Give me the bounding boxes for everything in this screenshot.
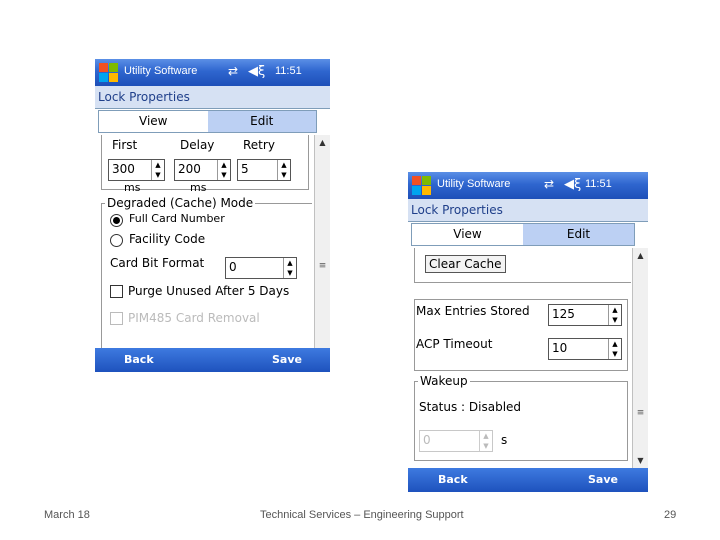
scrollbar[interactable]: ▲ ≡ ▼: [632, 248, 648, 468]
spin-up-icon: ▲: [483, 432, 489, 440]
app-title: Utility Software: [124, 65, 198, 77]
delay-value: 200: [178, 162, 201, 176]
back-softkey[interactable]: Back: [124, 353, 154, 366]
radio-facility-code[interactable]: [110, 234, 123, 247]
device-screen-edit-tab: Utility Software ⇄ ◀ξ 11:51 Lock Propert…: [408, 172, 648, 492]
facility-code-label: Facility Code: [129, 232, 206, 246]
tab-edit[interactable]: Edit: [207, 111, 316, 132]
spin-up-icon[interactable]: ▲: [284, 258, 296, 268]
spin-up-icon[interactable]: ▲: [218, 160, 230, 170]
spin-up-icon[interactable]: ▲: [278, 160, 290, 170]
device-screen-view-tab: Utility Software ⇄ ◀ξ 11:51 Lock Propert…: [95, 59, 330, 372]
footer-text: Technical Services – Engineering Support: [260, 509, 464, 521]
edit-panel: Clear Cache Max Entries Stored 125 ▲ ▼ AC…: [411, 248, 631, 468]
delay-unit: ms: [190, 181, 207, 194]
max-entries-spinner[interactable]: 125 ▲ ▼: [548, 304, 622, 326]
screen-title: Lock Properties: [408, 199, 648, 222]
wakeup-caption: Wakeup: [418, 374, 470, 388]
spin-down-icon[interactable]: ▼: [609, 315, 621, 325]
degraded-mode-caption: Degraded (Cache) Mode: [105, 196, 256, 210]
spin-down-icon[interactable]: ▼: [152, 170, 164, 180]
volume-icon[interactable]: ◀ξ: [564, 177, 581, 192]
scroll-up-icon[interactable]: ▲: [633, 248, 648, 263]
spin-down-icon[interactable]: ▼: [218, 170, 230, 180]
pim-removal-checkbox: [110, 312, 123, 325]
app-title: Utility Software: [437, 178, 511, 190]
tab-edit[interactable]: Edit: [523, 224, 634, 245]
card-bit-format-value: 0: [229, 260, 237, 274]
footer-date: March 18: [44, 509, 90, 521]
first-value: 300: [112, 162, 135, 176]
windows-start-icon[interactable]: [412, 176, 431, 195]
first-spinner[interactable]: 300 ▲ ▼: [108, 159, 165, 181]
softkey-bar: Back Save: [408, 468, 648, 492]
card-bit-format-label: Card Bit Format: [110, 256, 205, 270]
connectivity-icon[interactable]: ⇄: [544, 177, 554, 191]
delay-label: Delay: [180, 138, 215, 152]
scrollbar[interactable]: ▲ ≡: [314, 135, 330, 348]
clock[interactable]: 11:51: [275, 65, 302, 77]
scroll-down-icon[interactable]: ▼: [633, 453, 648, 468]
title-bar: Utility Software ⇄ ◀ξ 11:51: [95, 59, 330, 86]
wakeup-value: 0: [423, 433, 431, 447]
first-label: First: [112, 138, 138, 152]
wakeup-status: Status : Disabled: [419, 400, 522, 414]
scroll-up-icon[interactable]: ▲: [315, 135, 330, 150]
spin-down-icon[interactable]: ▼: [609, 349, 621, 359]
softkey-bar: Back Save: [95, 348, 330, 372]
save-softkey[interactable]: Save: [272, 353, 302, 366]
clear-cache-button[interactable]: Clear Cache: [425, 255, 506, 273]
max-entries-label: Max Entries Stored: [416, 304, 530, 318]
title-bar: Utility Software ⇄ ◀ξ 11:51: [408, 172, 648, 199]
card-bit-format-spinner[interactable]: 0 ▲ ▼: [225, 257, 297, 279]
acp-timeout-spinner[interactable]: 10 ▲ ▼: [548, 338, 622, 360]
purge-label: Purge Unused After 5 Days: [128, 284, 290, 298]
back-softkey[interactable]: Back: [438, 473, 468, 486]
radio-full-card[interactable]: [110, 214, 123, 227]
view-panel: First Delay Retry 300 ▲ ▼ 200 ▲ ▼ 5 ▲ ▼ ms …: [98, 133, 312, 348]
spin-down-icon: ▼: [483, 442, 489, 450]
save-softkey[interactable]: Save: [588, 473, 618, 486]
max-entries-value: 125: [552, 307, 575, 321]
clock[interactable]: 11:51: [585, 178, 612, 190]
screen-title: Lock Properties: [95, 86, 330, 109]
acp-timeout-label: ACP Timeout: [416, 337, 493, 351]
connectivity-icon[interactable]: ⇄: [228, 64, 238, 78]
wakeup-spinner: 0 ▲ ▼: [419, 430, 493, 452]
spin-down-icon[interactable]: ▼: [284, 268, 296, 278]
tab-view[interactable]: View: [412, 224, 523, 245]
volume-icon[interactable]: ◀ξ: [248, 64, 265, 79]
spin-up-icon[interactable]: ▲: [609, 339, 621, 349]
full-card-label: Full Card Number: [129, 212, 225, 225]
page-number: 29: [664, 509, 677, 521]
delay-spinner[interactable]: 200 ▲ ▼: [174, 159, 231, 181]
tab-bar: View Edit: [98, 110, 317, 133]
retry-spinner[interactable]: 5 ▲ ▼: [237, 159, 291, 181]
windows-start-icon[interactable]: [99, 63, 118, 82]
pim-removal-label: PIM485 Card Removal: [128, 311, 260, 325]
tab-view[interactable]: View: [99, 111, 208, 132]
retry-value: 5: [241, 162, 249, 176]
purge-checkbox[interactable]: [110, 285, 123, 298]
retry-label: Retry: [243, 138, 275, 152]
tab-bar: View Edit: [411, 223, 635, 246]
acp-timeout-value: 10: [552, 341, 568, 355]
first-unit: ms: [124, 181, 141, 194]
spin-up-icon[interactable]: ▲: [152, 160, 164, 170]
spin-up-icon[interactable]: ▲: [609, 305, 621, 315]
scroll-thumb[interactable]: ≡: [635, 408, 646, 418]
scroll-thumb[interactable]: ≡: [317, 261, 328, 271]
wakeup-unit: s: [501, 433, 508, 447]
spin-down-icon[interactable]: ▼: [278, 170, 290, 180]
